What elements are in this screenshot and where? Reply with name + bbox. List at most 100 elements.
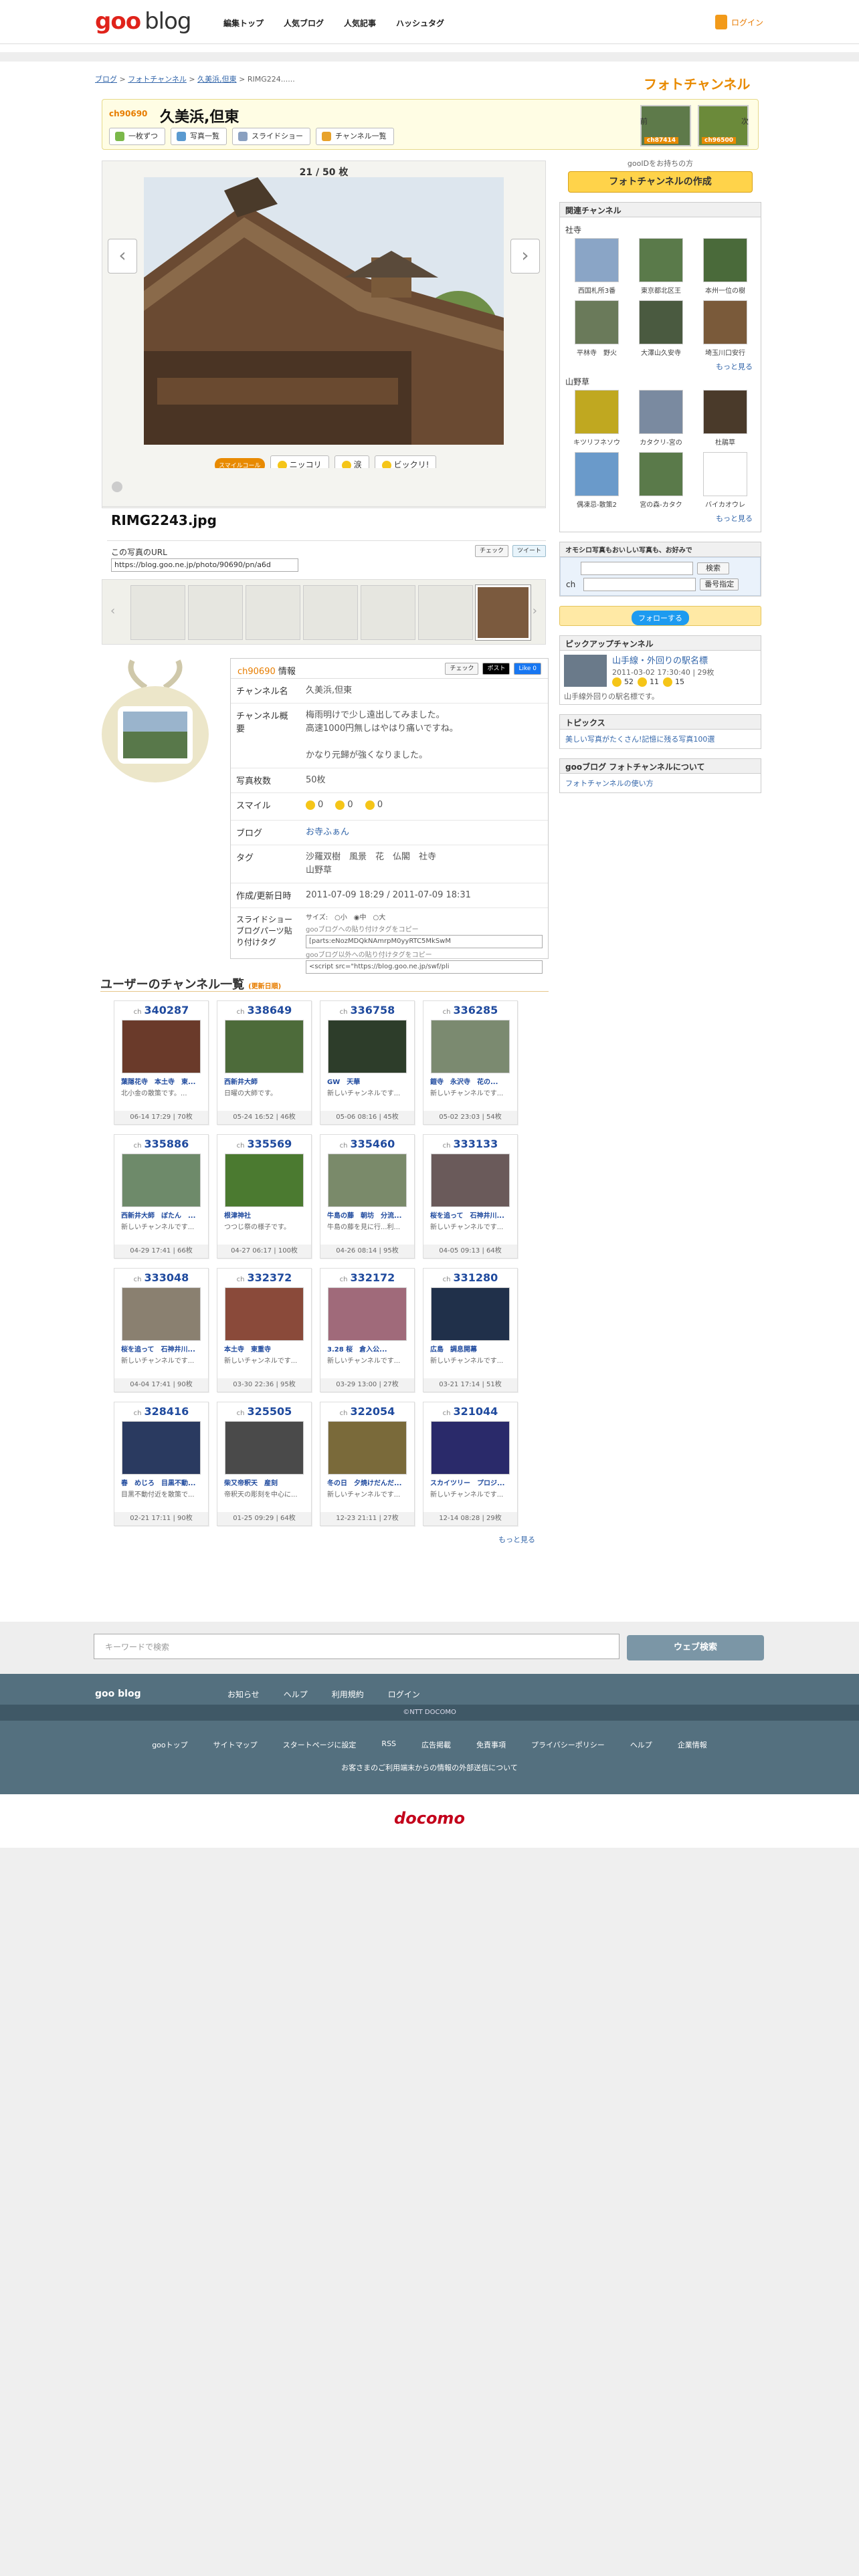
footer-link[interactable]: gooトップ [152, 1739, 187, 1750]
channel-card-thumb[interactable] [122, 1020, 201, 1073]
channel-card-title[interactable]: 春 めじろ 目黒不動... [114, 1475, 208, 1487]
docomo-logo[interactable]: docomo [0, 1809, 859, 1828]
channel-card-title[interactable]: 牛島の藤 朝坊 分流... [320, 1207, 414, 1220]
pickup-thumb[interactable] [564, 655, 607, 687]
breadcrumb-photochannel[interactable]: フォトチャンネル [128, 75, 187, 84]
footer-brand[interactable]: goo blog [95, 1689, 141, 1699]
login-link[interactable]: ログイン [714, 15, 763, 29]
photochannel-logo[interactable]: フォトチャンネル [644, 74, 750, 93]
related-thumb[interactable]: 平林寺 野火 [569, 300, 624, 357]
channel-card[interactable]: ch 321044 スカイツリー プロジ... 新しいチャンネルです... 12-14 … [423, 1402, 518, 1526]
channel-card-title[interactable]: 西新井大師 [217, 1073, 311, 1086]
channel-card-title[interactable]: 根津神社 [217, 1207, 311, 1220]
footer-link[interactable]: 利用規約 [332, 1689, 364, 1700]
more-channels-link[interactable]: もっと見る [498, 1534, 535, 1545]
channel-card-thumb[interactable] [431, 1421, 510, 1475]
breadcrumb-channel[interactable]: 久美浜,但東 [197, 75, 237, 84]
footer-link[interactable]: プライバシーポリシー [531, 1739, 605, 1750]
channel-card-title[interactable]: 桜を追って 石神井川... [114, 1341, 208, 1354]
nav-hashtags[interactable]: ハッシュタグ [396, 17, 444, 29]
external-tag-input[interactable]: <script src="https://blog.goo.ne.jp/swf/… [306, 960, 543, 974]
related-thumb[interactable]: 偶凍忌-散策2 [569, 452, 624, 509]
tweet-button[interactable]: ツイート [512, 545, 546, 557]
related-thumb[interactable]: バイカオウレ [698, 452, 753, 509]
channel-card-thumb[interactable] [328, 1020, 407, 1073]
channel-card[interactable]: ch 332372 本土寺 東重寺 新しいチャンネルです... 03-30 22:36 … [217, 1268, 312, 1392]
channel-card[interactable]: ch 322054 冬の日 夕焼けだんだ... 新しいチャンネルです... 12-23 … [320, 1402, 415, 1526]
channel-card-thumb[interactable] [328, 1421, 407, 1475]
photo-list-button[interactable]: 写真一覧 [171, 128, 227, 145]
footer-search-input[interactable]: キーワードで検索 [94, 1634, 619, 1659]
related-thumb[interactable]: カタクリ-宮の [634, 390, 688, 447]
channel-card-thumb[interactable] [431, 1020, 510, 1073]
footer-link[interactable]: 広告掲載 [421, 1739, 451, 1750]
channel-card[interactable]: ch 328416 春 めじろ 目黒不動... 目黒不動付近を散策で... 02-21 … [114, 1402, 209, 1526]
footer-link[interactable]: お知らせ [227, 1689, 260, 1700]
nav-popular-blogs[interactable]: 人気ブログ [284, 17, 324, 29]
related-thumb[interactable]: キツリフネソウ [569, 390, 624, 447]
goo-blog-logo[interactable]: goo blog [95, 8, 191, 35]
related-thumb[interactable]: 本州一位の樹 [698, 238, 753, 295]
more-link[interactable]: もっと見る [568, 361, 753, 372]
related-thumb[interactable]: 杜鵑草 [698, 390, 753, 447]
web-search-button[interactable]: ウェブ検索 [627, 1635, 764, 1660]
channel-card-thumb[interactable] [225, 1287, 304, 1341]
goo-tag-input[interactable]: [parts:eNozMDQkNAmrpM0yyRTC5MkSwM [306, 935, 543, 948]
topic-link[interactable]: 美しい写真がたくさん!記憶に残る写真100選 [560, 730, 761, 748]
breadcrumb-blog[interactable]: ブログ [95, 75, 117, 84]
footer-link[interactable]: ログイン [388, 1689, 420, 1700]
channel-card-title[interactable]: スカイツリー プロジ... [423, 1475, 517, 1487]
external-transmission-link[interactable]: お客さまのご利用端末からの情報の外部送信について [0, 1762, 859, 1773]
channel-card-thumb[interactable] [431, 1154, 510, 1207]
channel-card-title[interactable]: 西新井大師 ぼたん ... [114, 1207, 208, 1220]
strip-next-arrow[interactable]: › [533, 604, 537, 618]
channel-card-thumb[interactable] [122, 1154, 201, 1207]
channel-card[interactable]: ch 332172 3.28 桜 倉入公... 新しいチャンネルです... 03-29 … [320, 1268, 415, 1392]
channel-card[interactable]: ch 336285 鎧寺 永沢寺 花の... 新しいチャンネルです... 05-02 2… [423, 1000, 518, 1125]
channel-card-title[interactable]: 鎧寺 永沢寺 花の... [423, 1073, 517, 1086]
info-check-button[interactable]: チェック [445, 663, 479, 675]
strip-thumb[interactable] [130, 585, 185, 640]
more-link[interactable]: もっと見る [568, 513, 753, 524]
footer-link[interactable]: サイトマップ [213, 1739, 258, 1750]
keyword-input[interactable] [581, 562, 693, 575]
search-button[interactable]: 検索 [697, 562, 729, 574]
nav-popular-articles[interactable]: 人気記事 [344, 17, 376, 29]
number-button[interactable]: 番号指定 [700, 578, 739, 591]
channel-card[interactable]: ch 336758 GW 天華 新しいチャンネルです... 05-06 08:16 | … [320, 1000, 415, 1125]
nav-edit-top[interactable]: 編集トップ [223, 17, 264, 29]
channel-card-title[interactable]: 桜を追って 石神井川... [423, 1207, 517, 1220]
strip-thumb[interactable] [361, 585, 415, 640]
footer-link[interactable]: ヘルプ [284, 1689, 308, 1700]
channel-card[interactable]: ch 340287 葉隠花寺 本土寺 東... 北小金の散策です。... 06-14 1… [114, 1000, 209, 1125]
channel-card-thumb[interactable] [225, 1020, 304, 1073]
footer-link[interactable]: RSS [381, 1739, 396, 1750]
prev-channel-thumb[interactable]: 前 ch87414 [640, 105, 691, 146]
check-button[interactable]: チェック [474, 545, 508, 557]
channel-card[interactable]: ch 335460 牛島の藤 朝坊 分流... 牛島の藤を見に行...利... 04-2… [320, 1134, 415, 1259]
channel-card-title[interactable]: 広島 調息開幕 [423, 1341, 517, 1354]
next-channel-thumb[interactable]: 次 ch96500 [698, 105, 749, 146]
slideshow-button[interactable]: スライドショー [232, 128, 310, 145]
footer-link[interactable]: ヘルプ [630, 1739, 652, 1750]
footer-link[interactable]: スタートページに設定 [283, 1739, 357, 1750]
channel-card[interactable]: ch 325505 柴又帝釈天 産刻 帝釈天の彫刻を中心に... 01-25 09:29… [217, 1402, 312, 1526]
strip-thumb[interactable] [418, 585, 473, 640]
related-thumb[interactable]: 東京都北区王 [634, 238, 688, 295]
channel-card[interactable]: ch 333048 桜を追って 石神井川... 新しいチャンネルです... 04-04 … [114, 1268, 209, 1392]
facebook-like-button[interactable]: Like 0 [514, 663, 541, 675]
channel-card-thumb[interactable] [431, 1287, 510, 1341]
channel-card-title[interactable]: 柴又帝釈天 産刻 [217, 1475, 311, 1487]
channel-card-thumb[interactable] [328, 1287, 407, 1341]
strip-thumb[interactable] [303, 585, 358, 640]
channel-card-thumb[interactable] [328, 1154, 407, 1207]
related-thumb[interactable]: 埼玉川口安行 [698, 300, 753, 357]
channel-number-input[interactable] [583, 578, 696, 591]
footer-link[interactable]: 免責事項 [476, 1739, 506, 1750]
channel-card[interactable]: ch 331280 広島 調息開幕 新しいチャンネルです... 03-21 17:14 … [423, 1268, 518, 1392]
about-link[interactable]: フォトチャンネルの使い方 [560, 774, 761, 792]
channel-card-title[interactable]: 本土寺 東重寺 [217, 1341, 311, 1354]
channel-card-title[interactable]: 葉隠花寺 本土寺 東... [114, 1073, 208, 1086]
channel-card[interactable]: ch 333133 桜を追って 石神井川... 新しいチャンネルです... 04-05 … [423, 1134, 518, 1259]
footer-link[interactable]: 企業情報 [678, 1739, 707, 1750]
